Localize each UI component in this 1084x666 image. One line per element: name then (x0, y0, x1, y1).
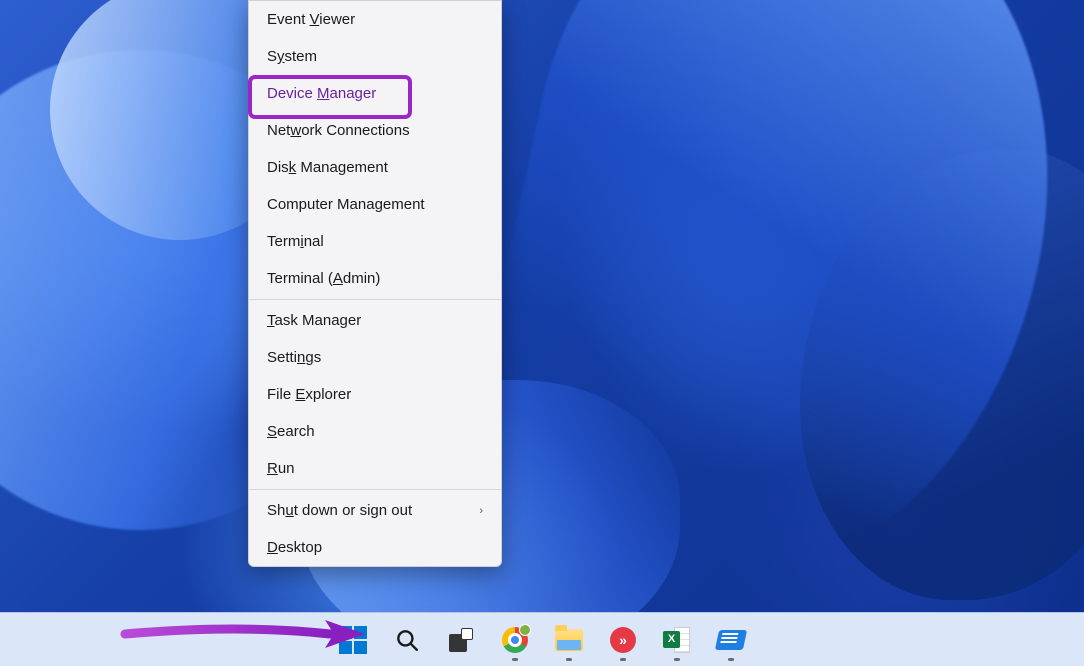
menu-item-label: Run (267, 460, 295, 477)
windows-logo-icon (339, 626, 367, 654)
menu-separator (249, 299, 501, 300)
menu-item-search[interactable]: Search (249, 413, 501, 450)
menu-item-settings[interactable]: Settings (249, 339, 501, 376)
menu-item-label: Settings (267, 349, 321, 366)
menu-item-label: File Explorer (267, 386, 351, 403)
desktop-wallpaper: Event Viewer System Device Manager Network … (0, 0, 1084, 666)
menu-item-network-connections[interactable]: Network Connections (249, 112, 501, 149)
excel-icon: X (664, 627, 690, 653)
menu-item-task-manager[interactable]: Task Manager (249, 302, 501, 339)
chrome-app[interactable] (491, 618, 539, 662)
menu-item-label: Terminal (267, 233, 324, 250)
menu-item-computer-management[interactable]: Computer Management (249, 186, 501, 223)
menu-item-label: Computer Management (267, 196, 425, 213)
start-button[interactable] (329, 618, 377, 662)
chrome-icon (502, 627, 528, 653)
winx-context-menu: Event Viewer System Device Manager Network … (248, 0, 502, 567)
file-explorer-app[interactable] (545, 618, 593, 662)
task-view-icon (449, 628, 473, 652)
menu-item-label: Disk Management (267, 159, 388, 176)
menu-item-label: System (267, 48, 317, 65)
search-icon (394, 627, 420, 653)
red-circle-app-icon: » (610, 627, 636, 653)
menu-item-terminal-admin[interactable]: Terminal (Admin) (249, 260, 501, 297)
menu-item-label: Search (267, 423, 315, 440)
todoist-app[interactable]: » (599, 618, 647, 662)
search-button[interactable] (383, 618, 431, 662)
folder-icon (555, 629, 583, 651)
menu-item-label: Network Connections (267, 122, 410, 139)
run-app[interactable] (707, 618, 755, 662)
menu-item-label: Desktop (267, 539, 322, 556)
run-dialog-icon (715, 630, 747, 650)
menu-item-shut-down-or-sign-out[interactable]: Shut down or sign out › (249, 492, 501, 529)
menu-separator (249, 489, 501, 490)
task-view-button[interactable] (437, 618, 485, 662)
menu-item-label: Shut down or sign out (267, 502, 412, 519)
menu-item-disk-management[interactable]: Disk Management (249, 149, 501, 186)
taskbar: »X (0, 612, 1084, 666)
menu-item-desktop[interactable]: Desktop (249, 529, 501, 566)
menu-item-label: Event Viewer (267, 11, 355, 28)
menu-item-run[interactable]: Run (249, 450, 501, 487)
menu-item-terminal[interactable]: Terminal (249, 223, 501, 260)
menu-item-system[interactable]: System (249, 38, 501, 75)
menu-item-label: Terminal (Admin) (267, 270, 380, 287)
menu-item-file-explorer[interactable]: File Explorer (249, 376, 501, 413)
menu-item-label: Device Manager (267, 85, 376, 102)
menu-item-event-viewer[interactable]: Event Viewer (249, 1, 501, 38)
chevron-right-icon: › (479, 505, 483, 517)
menu-item-device-manager[interactable]: Device Manager (249, 75, 501, 112)
excel-app[interactable]: X (653, 618, 701, 662)
menu-item-label: Task Manager (267, 312, 361, 329)
